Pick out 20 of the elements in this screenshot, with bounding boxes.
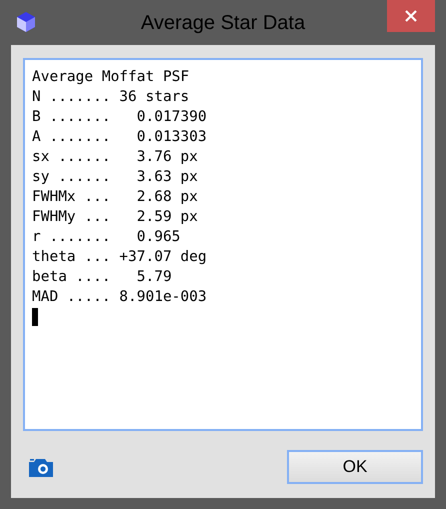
output-line: theta ... +37.07 deg [32,248,207,267]
ok-button[interactable]: OK [287,450,423,484]
output-line: FWHMx ... 2.68 px [32,188,198,207]
output-line: MAD ..... 8.901e-003 [32,288,207,307]
camera-icon[interactable] [29,458,53,476]
output-line: A ....... 0.013303 [32,128,207,147]
cube-icon [16,11,36,33]
output-line: beta .... 5.79 [32,268,172,287]
close-icon [404,9,418,23]
output-line: r ....... 0.965 [32,228,180,247]
output-text-area[interactable] [23,58,423,431]
output-line: Average Moffat PSF [32,68,190,87]
output-line: sx ...... 3.76 px [32,148,198,167]
output-line: B ....... 0.017390 [32,108,207,127]
close-button[interactable] [387,0,435,32]
output-line: N ....... 36 stars [32,88,190,107]
text-cursor [32,308,38,326]
window-title: Average Star Data [140,11,306,36]
output-line: sy ...... 3.63 px [32,168,198,187]
output-line: FWHMy ... 2.59 px [32,208,198,227]
